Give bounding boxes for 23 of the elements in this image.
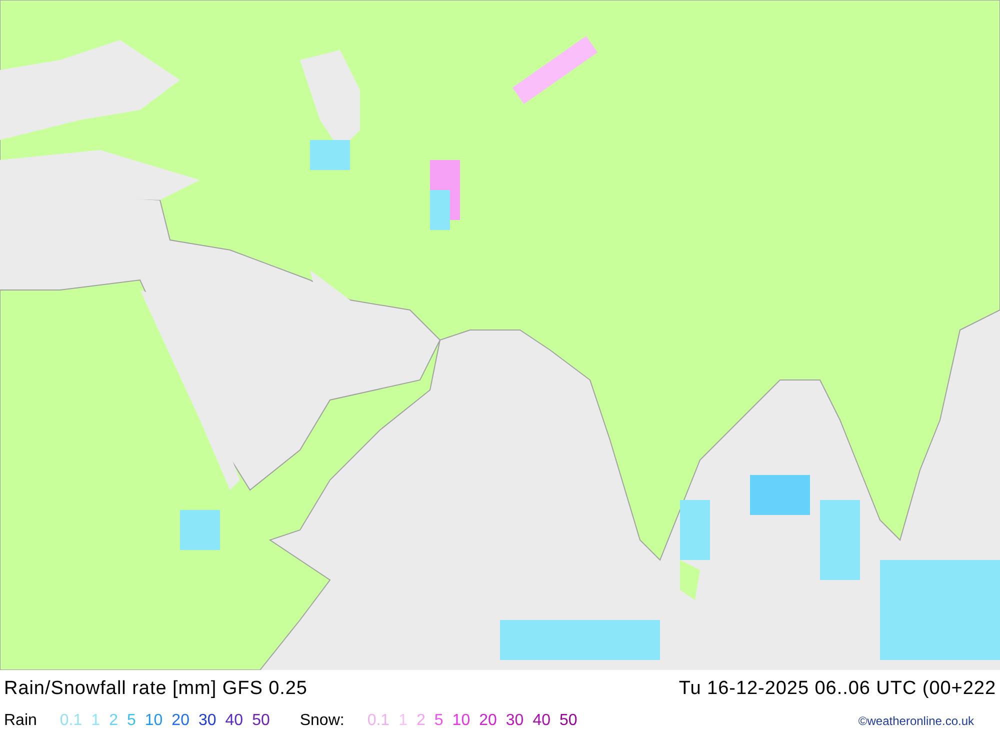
legend-label: Rain — [4, 710, 37, 730]
legend-value: 20 — [479, 710, 497, 730]
legend-label: Snow: — [300, 710, 344, 730]
legend-value: 50 — [559, 710, 578, 730]
legend-value: 30 — [198, 710, 216, 730]
legend-value: 2 — [109, 710, 118, 730]
legend-value: 0.1 — [60, 710, 82, 730]
legend-value: 30 — [506, 710, 524, 730]
legend-value: 10 — [452, 710, 470, 730]
legend-value: 1 — [91, 710, 100, 730]
legend-value: 40 — [225, 710, 244, 730]
valid-time: Tu 16-12-2025 06..06 UTC (00+222 — [678, 676, 996, 701]
legend-value: 0.1 — [367, 710, 390, 730]
legend-value: 20 — [172, 710, 190, 730]
credit-text: ©weatheronline.co.uk — [858, 712, 974, 730]
legend-value: 10 — [144, 710, 163, 730]
legend-value: 1 — [398, 710, 408, 730]
map-title: Rain/Snowfall rate [mm] GFS 0.25 — [4, 676, 308, 701]
legend-value: 2 — [416, 710, 426, 730]
legend-value: 5 — [126, 710, 136, 730]
legend-value: 50 — [252, 710, 270, 730]
legend-value: 5 — [434, 710, 444, 730]
legend-value: 40 — [532, 710, 550, 730]
